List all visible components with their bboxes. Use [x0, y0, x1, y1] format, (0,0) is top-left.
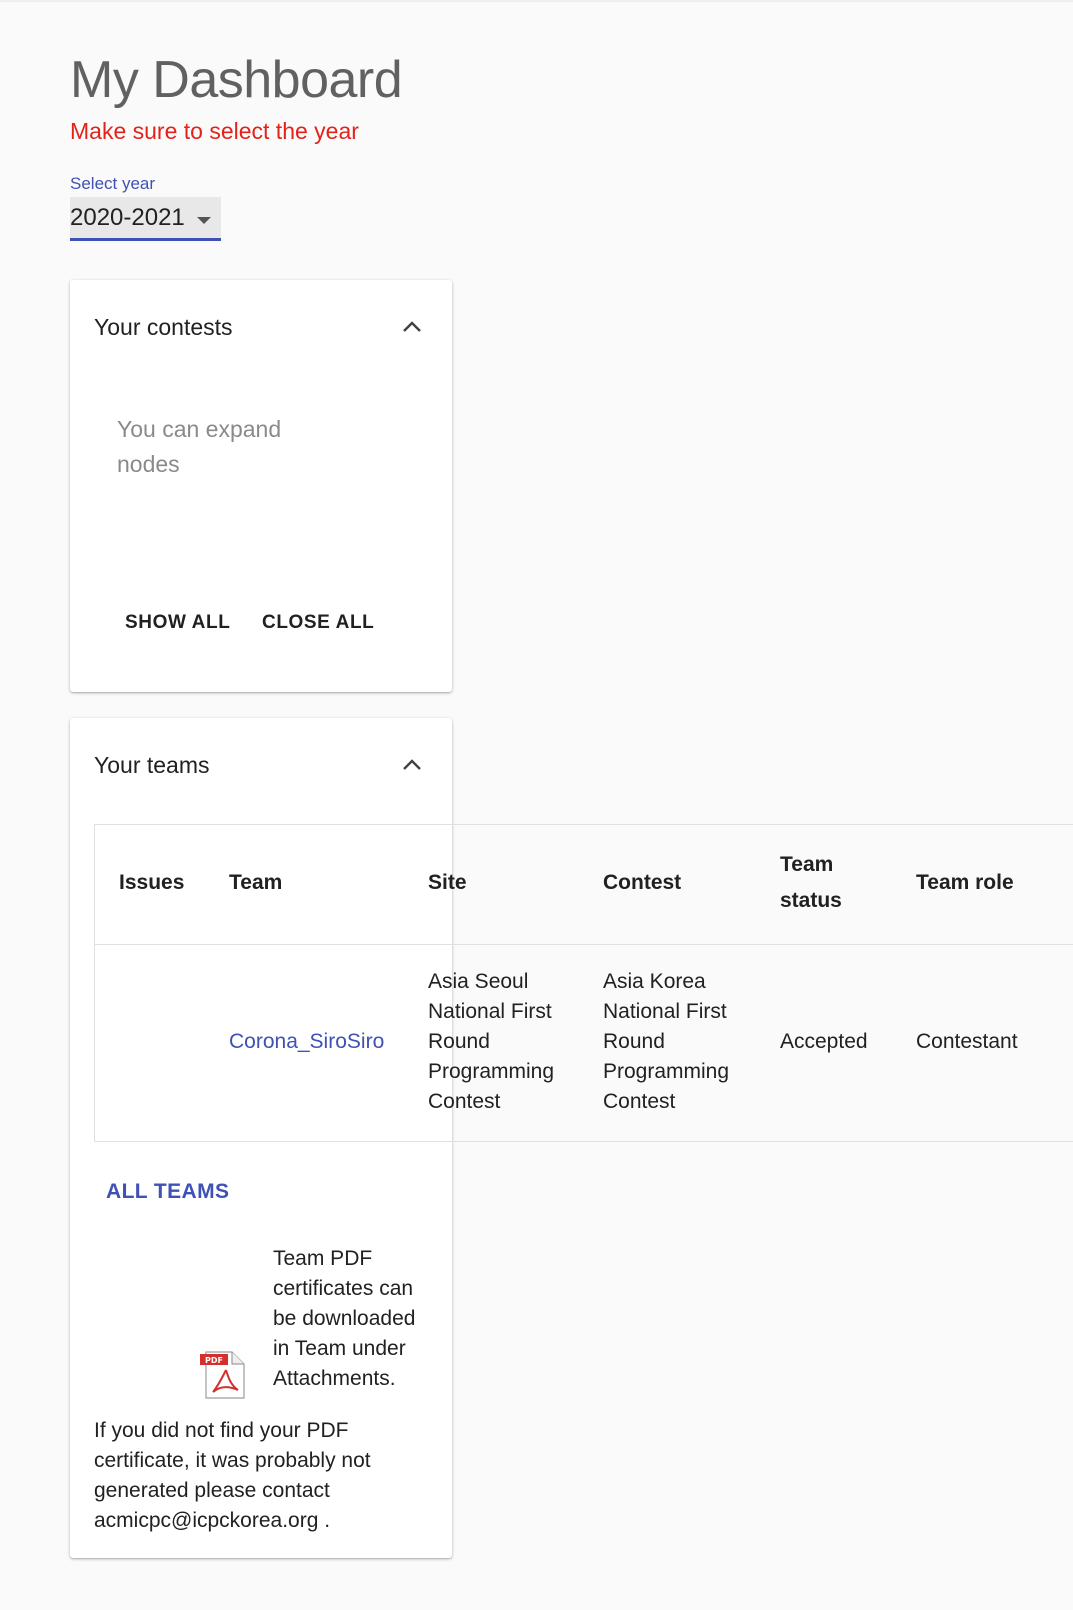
expand-nodes-hint: You can expand nodes	[117, 416, 282, 477]
table-header-divider	[94, 944, 1073, 945]
column-header-contest: Contest	[603, 871, 682, 894]
page-title: My Dashboard	[70, 51, 403, 109]
certificate-contact-note: If you did not find your PDF certificate…	[94, 1419, 371, 1532]
pdf-certificates-note: Team PDF certificates can be downloaded …	[273, 1247, 416, 1390]
team-link[interactable]: Corona_SiroSiro	[229, 1027, 384, 1057]
chevron-up-icon[interactable]	[402, 758, 421, 772]
select-year-label: Select year	[70, 174, 156, 193]
column-header-team-status: Team status	[780, 853, 842, 912]
teams-card-title: Your teams	[94, 752, 210, 778]
column-header-team: Team	[229, 871, 283, 894]
year-select[interactable]: 2020-2021	[70, 197, 221, 241]
year-warning: Make sure to select the year	[70, 118, 359, 144]
column-header-team-role: Team role	[916, 871, 1014, 894]
column-header-site: Site	[428, 871, 467, 894]
all-teams-button[interactable]: ALL TEAMS	[106, 1180, 229, 1204]
cell-team-status: Accepted	[780, 1030, 868, 1053]
chevron-up-icon[interactable]	[402, 320, 421, 334]
contests-card: Your contests You can expand nodes SHOW …	[70, 280, 452, 692]
pdf-file-icon: PDF	[200, 1351, 245, 1399]
column-header-issues: Issues	[119, 871, 185, 894]
top-divider	[0, 0, 1073, 2]
close-all-button[interactable]: CLOSE ALL	[262, 612, 374, 634]
cell-contest: Asia Korea National First Round Programm…	[603, 970, 730, 1113]
show-all-button[interactable]: SHOW ALL	[125, 612, 230, 634]
cell-team-role: Contestant	[916, 1030, 1018, 1053]
pdf-badge: PDF	[205, 1356, 223, 1365]
caret-down-icon	[197, 217, 211, 224]
cell-site: Asia Seoul National First Round Programm…	[428, 970, 555, 1113]
contests-card-title: Your contests	[94, 314, 233, 340]
year-select-value: 2020-2021	[70, 203, 185, 231]
